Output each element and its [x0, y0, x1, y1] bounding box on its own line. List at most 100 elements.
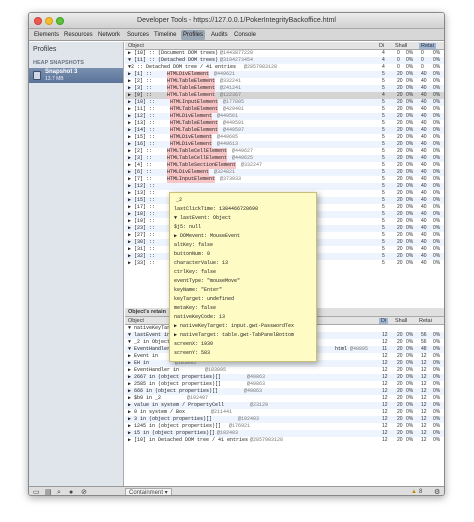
- object-row[interactable]: ▶ [10] :: HTMLInputElement @177805 5 20 0% 40…: [125, 99, 444, 106]
- popover-property[interactable]: ctrlKey: false: [174, 269, 216, 276]
- tab-network[interactable]: Network: [96, 30, 122, 40]
- retainer-row[interactable]: ▶ value in system / PropertyCell @23129 12…: [125, 402, 444, 409]
- retainer-row[interactable]: ▶ 2585 in (object properties)[] @49863 12 2…: [125, 381, 444, 388]
- retainer-row[interactable]: ▶ 666 in (object properties)[] @49863 12 20…: [125, 388, 444, 395]
- col-shallow-retainers[interactable]: Shall: [395, 318, 407, 324]
- object-row[interactable]: ▼2 :: Detached DOM tree / 41 entries @285…: [125, 64, 444, 71]
- object-cell-d: 5: [382, 113, 385, 119]
- col-distance[interactable]: Di: [379, 43, 384, 49]
- object-node-id: @3194273454: [220, 57, 254, 63]
- retainer-row[interactable]: ▶ [10] in Detached DOM tree / 41 entries…: [125, 437, 444, 444]
- object-cell-r2: 0%: [433, 85, 441, 91]
- object-cell-s2: 0%: [406, 71, 414, 77]
- object-cell-r2: 0%: [433, 246, 441, 252]
- retainer-row[interactable]: ▶ 0 in system / Box @211441 12 20 0% 12 0%: [125, 409, 444, 416]
- retainer-row[interactable]: ▶ EventHandler in @183095 12 20 0% 12 0%: [125, 367, 444, 374]
- popover-property[interactable]: ▶ nativeKeyTarget: input.gwt-PasswordTex: [174, 323, 294, 330]
- tab-timeline[interactable]: Timeline: [152, 30, 178, 40]
- tab-profiles[interactable]: Profiles: [181, 30, 206, 40]
- retainer-object-name: ▶ 3 in (object properties)[]: [128, 416, 213, 422]
- popover-property[interactable]: characterValue: 13: [174, 260, 228, 267]
- popover-property[interactable]: lastClickTime: 1384466720690: [174, 206, 258, 213]
- col-retained[interactable]: Retai: [419, 43, 436, 49]
- object-cell-s2: 0%: [406, 99, 414, 105]
- retainer-cell-s2: 0%: [406, 367, 414, 373]
- object-cell-r: 40: [421, 78, 427, 84]
- retainer-row[interactable]: ▶ 3 in (object properties)[] @102403 12 20 0…: [125, 416, 444, 423]
- object-row[interactable]: ▶ [2] :: HTMLTableElement @332241 5 20 0% 40 0…: [125, 78, 444, 85]
- object-row[interactable]: ▶ [12] :: HTMLDivElement @449561 5 20 0% 40 0%: [125, 113, 444, 120]
- popover-property[interactable]: eventType: "mouseMove": [174, 278, 240, 285]
- col-shallow[interactable]: Shall: [395, 43, 407, 49]
- object-row[interactable]: ▶ [3] :: HTMLTableElement @241241 5 20 0% 40 0…: [125, 85, 444, 92]
- object-cell-s2: 0%: [406, 148, 414, 154]
- object-row[interactable]: ▶ [3] :: HTMLTableCellElement @449625 5 20 0…: [125, 155, 444, 162]
- object-row[interactable]: ▶ [2] :: HTMLTableCellElement @449627 5 20 0…: [125, 148, 444, 155]
- object-cell-s: 20: [397, 78, 403, 84]
- object-cell-d: 5: [382, 218, 385, 224]
- dock-icon[interactable]: ▭: [33, 488, 40, 495]
- tab-resources[interactable]: Resources: [62, 30, 95, 40]
- popover-property[interactable]: keyTarget: undefined: [174, 296, 234, 303]
- object-row[interactable]: ▼ [11] :: (Detached DOM trees) @319427345…: [125, 57, 444, 64]
- object-row[interactable]: ▶ [11] :: HTMLTableElement @429401 5 20 0% 40…: [125, 106, 444, 113]
- object-row[interactable]: ▶ [7] :: HTMLInputElement @373933 5 20 0% 40 0…: [125, 176, 444, 183]
- object-row[interactable]: ▶ [14] :: HTMLTableElement @449597 5 20 0% 40…: [125, 127, 444, 134]
- object-row[interactable]: ▶ [4] :: HTMLTableSectionElement @332247 5…: [125, 162, 444, 169]
- tab-sources[interactable]: Sources: [125, 30, 151, 40]
- object-cell-s2: 0%: [406, 211, 414, 217]
- tab-elements[interactable]: Elements: [32, 30, 61, 40]
- sidebar-item-snapshot[interactable]: Snapshot 3 13.7 MB: [29, 68, 123, 83]
- retainer-row[interactable]: ▶ 15 in (object properties)[] @102403 12 20…: [125, 430, 444, 437]
- object-object-name: ▶ [18] ::: [128, 211, 156, 217]
- popover-property[interactable]: buttonNum: 0: [174, 251, 210, 258]
- object-row[interactable]: ▶ [6] :: HTMLDivElement @324821 5 20 0% 40 0%: [125, 169, 444, 176]
- retainer-object-name: ▶ Event in: [128, 353, 159, 359]
- popover-property[interactable]: ▶ nativeTarget: table.gwt-TabPanelBottom: [174, 332, 294, 339]
- popover-property[interactable]: metaKey: false: [174, 305, 216, 312]
- object-cell-s2: 0%: [406, 106, 414, 112]
- object-row[interactable]: ▶ [12] :: 5 20 0% 40 0%: [125, 183, 444, 190]
- object-node-id: @332241: [220, 78, 242, 84]
- popover-property[interactable]: keyName: "Enter": [174, 287, 222, 294]
- col-object[interactable]: Object: [128, 43, 144, 49]
- object-row[interactable]: ▶ [13] :: HTMLTableElement @449591 5 20 0% 40…: [125, 120, 444, 127]
- clear-icon[interactable]: ⊘: [81, 488, 87, 495]
- object-cell-s2: 0%: [406, 134, 414, 140]
- object-row[interactable]: ▶ [1] :: HTMLDivElement @449621 5 20 0% 40 0%: [125, 71, 444, 78]
- containment-dropdown[interactable]: Containment ▾: [125, 488, 172, 495]
- popover-property[interactable]: screenY: 583: [174, 350, 210, 357]
- popover-property[interactable]: screenX: 1930: [174, 341, 213, 348]
- popover-property[interactable]: $j5: null: [174, 224, 201, 231]
- popover-property[interactable]: ▼ lastEvent: Object: [174, 215, 231, 222]
- object-row[interactable]: ▶ [9] :: HTMLTableElement @122367 4 20 0% 40 0…: [125, 92, 444, 99]
- object-object-name: ▶ [3] ::: [128, 155, 153, 161]
- retainer-cell-s: 20: [397, 381, 403, 387]
- col-object-retainers[interactable]: Object: [128, 318, 144, 324]
- object-row[interactable]: ▶ [16] :: HTMLDivElement @449613 5 20 0% 40 0%: [125, 141, 444, 148]
- col-retained-retainers[interactable]: Retai: [419, 318, 432, 324]
- object-tag-name: HTMLDivElement: [167, 169, 210, 176]
- popover-property[interactable]: nativeKeyCode: 13: [174, 314, 225, 321]
- tab-audits[interactable]: Audits: [209, 30, 230, 40]
- popover-property[interactable]: ▶ DOMevent: MouseEvent: [174, 233, 240, 240]
- object-row[interactable]: ▶ [10] :: (Document DOM trees) @144387722…: [125, 50, 444, 57]
- object-cell-d: 5: [382, 176, 385, 182]
- retainer-row[interactable]: ▶ 2667 in (object properties)[] @49863 12 2…: [125, 374, 444, 381]
- object-cell-s2: 0%: [406, 120, 414, 126]
- object-cell-s: 20: [397, 225, 403, 231]
- tab-console[interactable]: Console: [232, 30, 258, 40]
- retainer-cell-r: 12: [421, 353, 427, 359]
- console-icon[interactable]: ▤: [45, 488, 52, 495]
- col-distance-retainers[interactable]: Di: [379, 318, 389, 324]
- popover-property[interactable]: altKey: false: [174, 242, 213, 249]
- object-row[interactable]: ▶ [15] :: HTMLDivElement @449605 5 20 0% 40 0%: [125, 134, 444, 141]
- retainer-row[interactable]: ▶ $b9 in _2 @102407 12 20 0% 12 0%: [125, 395, 444, 402]
- retainer-cell-r: 12: [421, 409, 427, 415]
- settings-gear-icon[interactable]: ⚙: [434, 488, 440, 495]
- object-cell-d: 5: [382, 162, 385, 168]
- retainer-row[interactable]: ▶ 1245 in (object properties)[] @176921 12…: [125, 423, 444, 430]
- search-icon[interactable]: ⌕: [57, 488, 61, 495]
- retainer-object-name: ▶ 2585 in (object properties)[]: [128, 381, 222, 387]
- record-icon[interactable]: ●: [69, 488, 73, 495]
